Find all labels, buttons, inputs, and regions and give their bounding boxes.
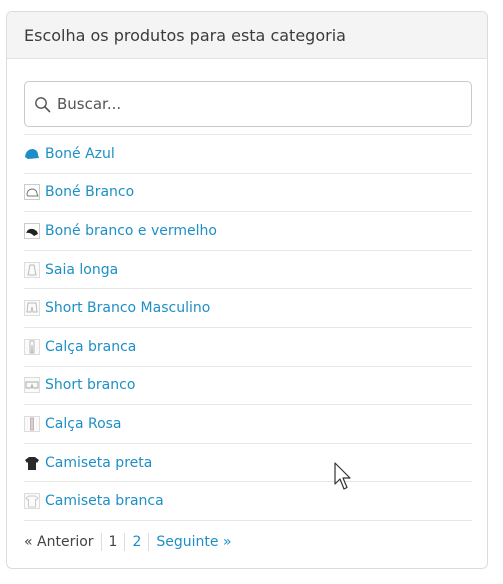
product-link[interactable]: Camiseta branca [45, 493, 164, 509]
blue-cap-icon [24, 146, 40, 162]
product-link[interactable]: Short Branco Masculino [45, 300, 210, 316]
product-link[interactable]: Calça Rosa [45, 416, 122, 432]
pagination: « Anterior 1 2 Seguinte » [24, 532, 470, 551]
product-link[interactable]: Boné Azul [45, 146, 115, 162]
pagination-next[interactable]: Seguinte » [149, 533, 238, 551]
product-link[interactable]: Boné branco e vermelho [45, 223, 217, 239]
shorts-icon [24, 377, 40, 394]
product-link[interactable]: Boné Branco [45, 184, 134, 200]
product-selector-panel: Escolha os produtos para esta categoria … [6, 11, 488, 569]
pagination-page-2[interactable]: 2 [125, 532, 150, 551]
list-item: Short branco [24, 367, 472, 406]
product-link[interactable]: Camiseta preta [45, 455, 152, 471]
search-box[interactable] [24, 81, 472, 127]
panel-body: Boné Azul Boné Branco Boné branco e verm… [7, 59, 487, 551]
list-item: Boné branco e vermelho [24, 212, 472, 251]
list-item: Short Branco Masculino [24, 289, 472, 328]
pagination-page-current: 1 [102, 532, 126, 551]
list-item: Calça branca [24, 328, 472, 367]
search-icon [34, 96, 51, 113]
list-item: Camiseta branca [24, 482, 472, 521]
list-item: Boné Branco [24, 174, 472, 213]
list-item: Boné Azul [24, 135, 472, 174]
product-link[interactable]: Short branco [45, 377, 135, 393]
search-input[interactable] [55, 94, 459, 114]
product-list: Boné Azul Boné Branco Boné branco e verm… [24, 134, 472, 521]
pants-icon [24, 415, 40, 432]
panel-title: Escolha os produtos para esta categoria [24, 25, 346, 45]
product-link[interactable]: Saia longa [45, 262, 118, 278]
black-cap-icon [24, 222, 40, 239]
product-link[interactable]: Calça branca [45, 339, 136, 355]
list-item: Saia longa [24, 251, 472, 290]
mouse-cursor-icon [334, 462, 351, 490]
list-item: Camiseta preta [24, 444, 472, 483]
pagination-prev: « Anterior [24, 532, 102, 551]
white-cap-icon [24, 184, 40, 201]
pants-icon [24, 338, 40, 355]
white-tshirt-icon [24, 493, 40, 510]
skirt-icon [24, 261, 40, 278]
list-item: Calça Rosa [24, 405, 472, 444]
black-tshirt-icon [24, 455, 40, 471]
panel-header: Escolha os produtos para esta categoria [7, 12, 487, 59]
shorts-icon [24, 300, 40, 317]
